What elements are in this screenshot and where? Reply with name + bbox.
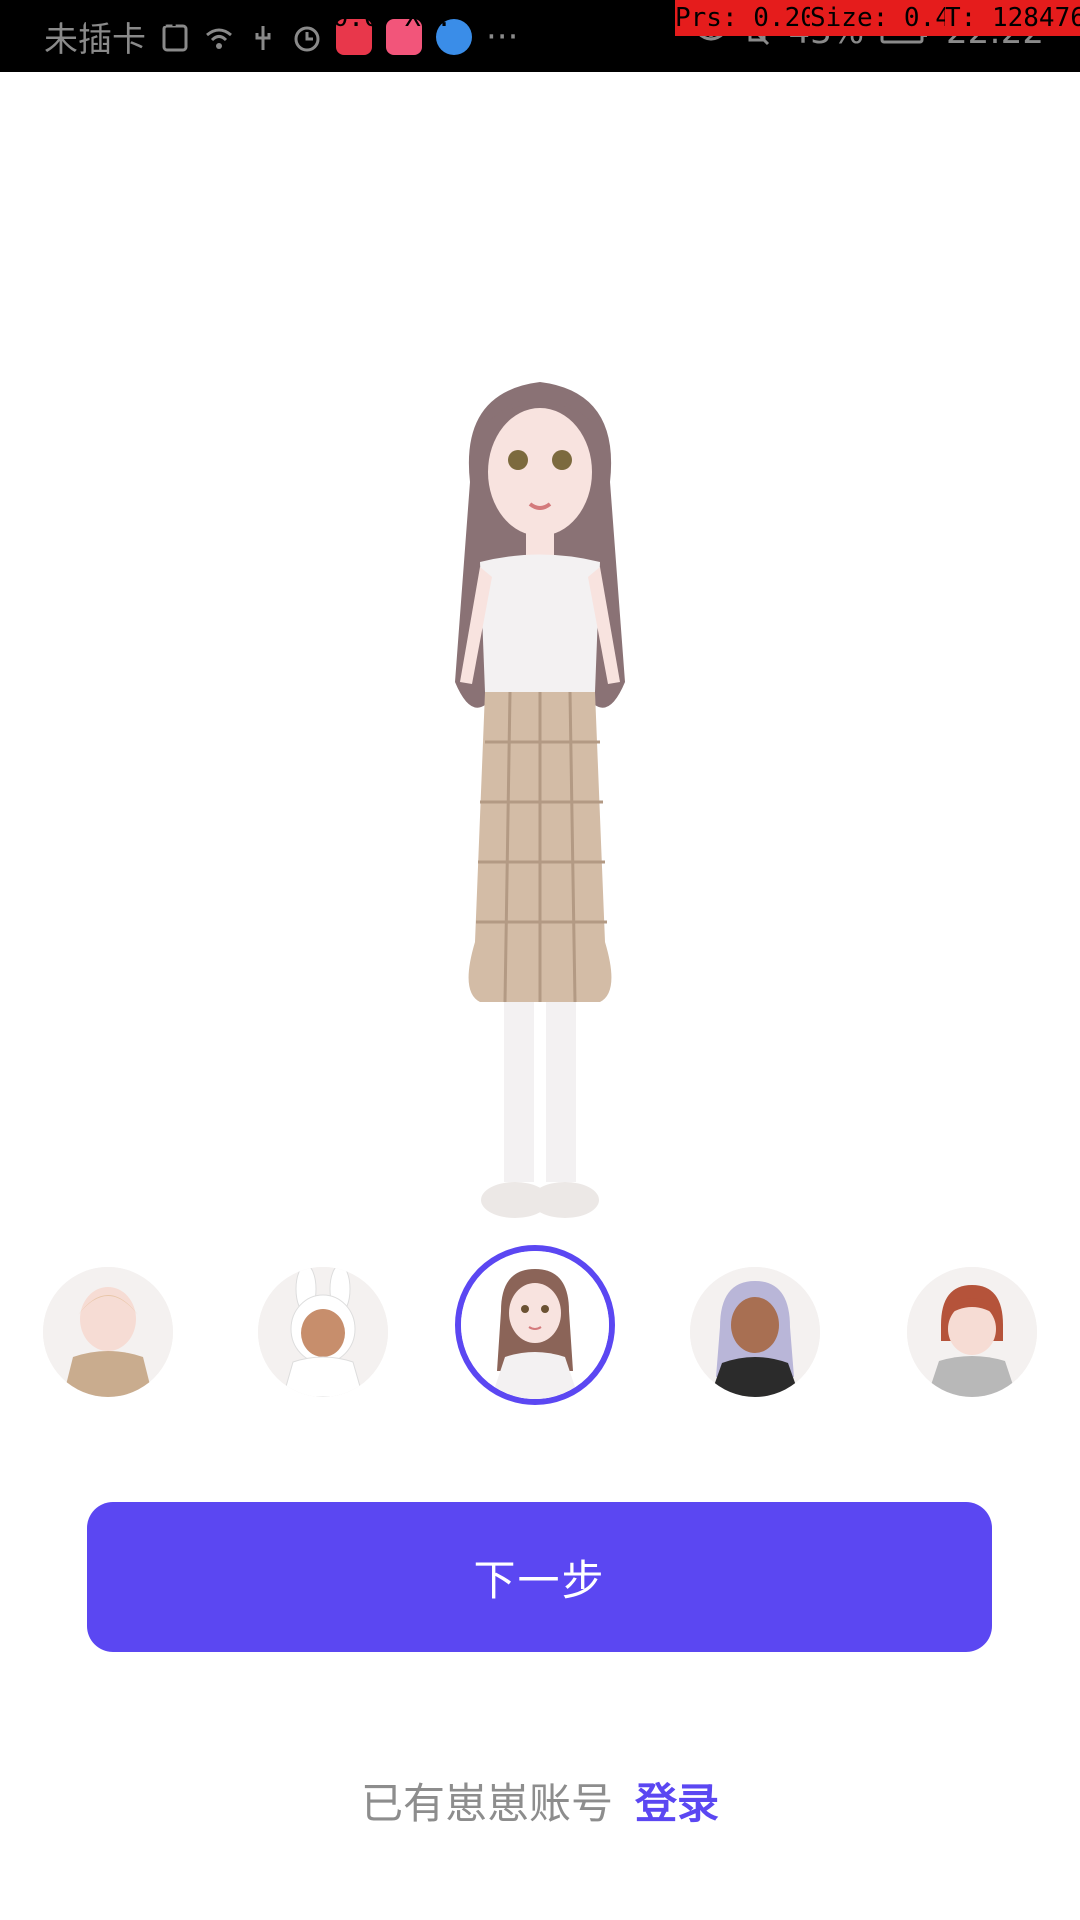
screen: 未插卡 ··· 43% 22:22 P: 0 / 1 dX: 0.0 dY: 0… [0,0,1080,1920]
status-left: 未插卡 ··· [44,12,518,61]
avatar-option-red-bob[interactable] [907,1267,1037,1397]
avatar-preview-figure [400,362,680,1262]
account-prompt-text: 已有崽崽账号 [360,1779,613,1828]
avatar-option-plaid-boy[interactable] [43,1267,173,1397]
status-right: 43% 22:22 [696,12,1044,52]
wifi-icon [204,22,234,52]
avatar-option-bunny-hood[interactable] [258,1267,388,1397]
avatar-preview-stage [0,72,1080,1232]
mute-icon [742,17,772,47]
usb-icon [248,22,278,52]
app-icon-globe [436,18,472,55]
alarm-icon [292,22,322,52]
clock-text: 22:22 [946,12,1044,52]
app-icon-red [336,18,372,55]
status-bar: 未插卡 ··· 43% 22:22 [0,0,1080,72]
avatar-selector [0,1245,1080,1425]
login-prompt-row: 已有崽崽账号 登录 [0,1770,1080,1831]
carrier-text: 未插卡 [44,20,146,60]
next-step-button[interactable]: 下一步 [87,1502,992,1652]
avatar-option-long-hair-girl[interactable] [455,1245,615,1405]
battery-icon [880,17,930,47]
eye-icon [696,17,727,47]
login-link[interactable]: 登录 [635,1779,719,1828]
sim-icon [160,22,190,52]
battery-percent: 43% [788,12,865,52]
more-icon: ··· [486,16,519,57]
app-icon-pink [386,18,422,55]
avatar-option-silver-hair[interactable] [690,1267,820,1397]
